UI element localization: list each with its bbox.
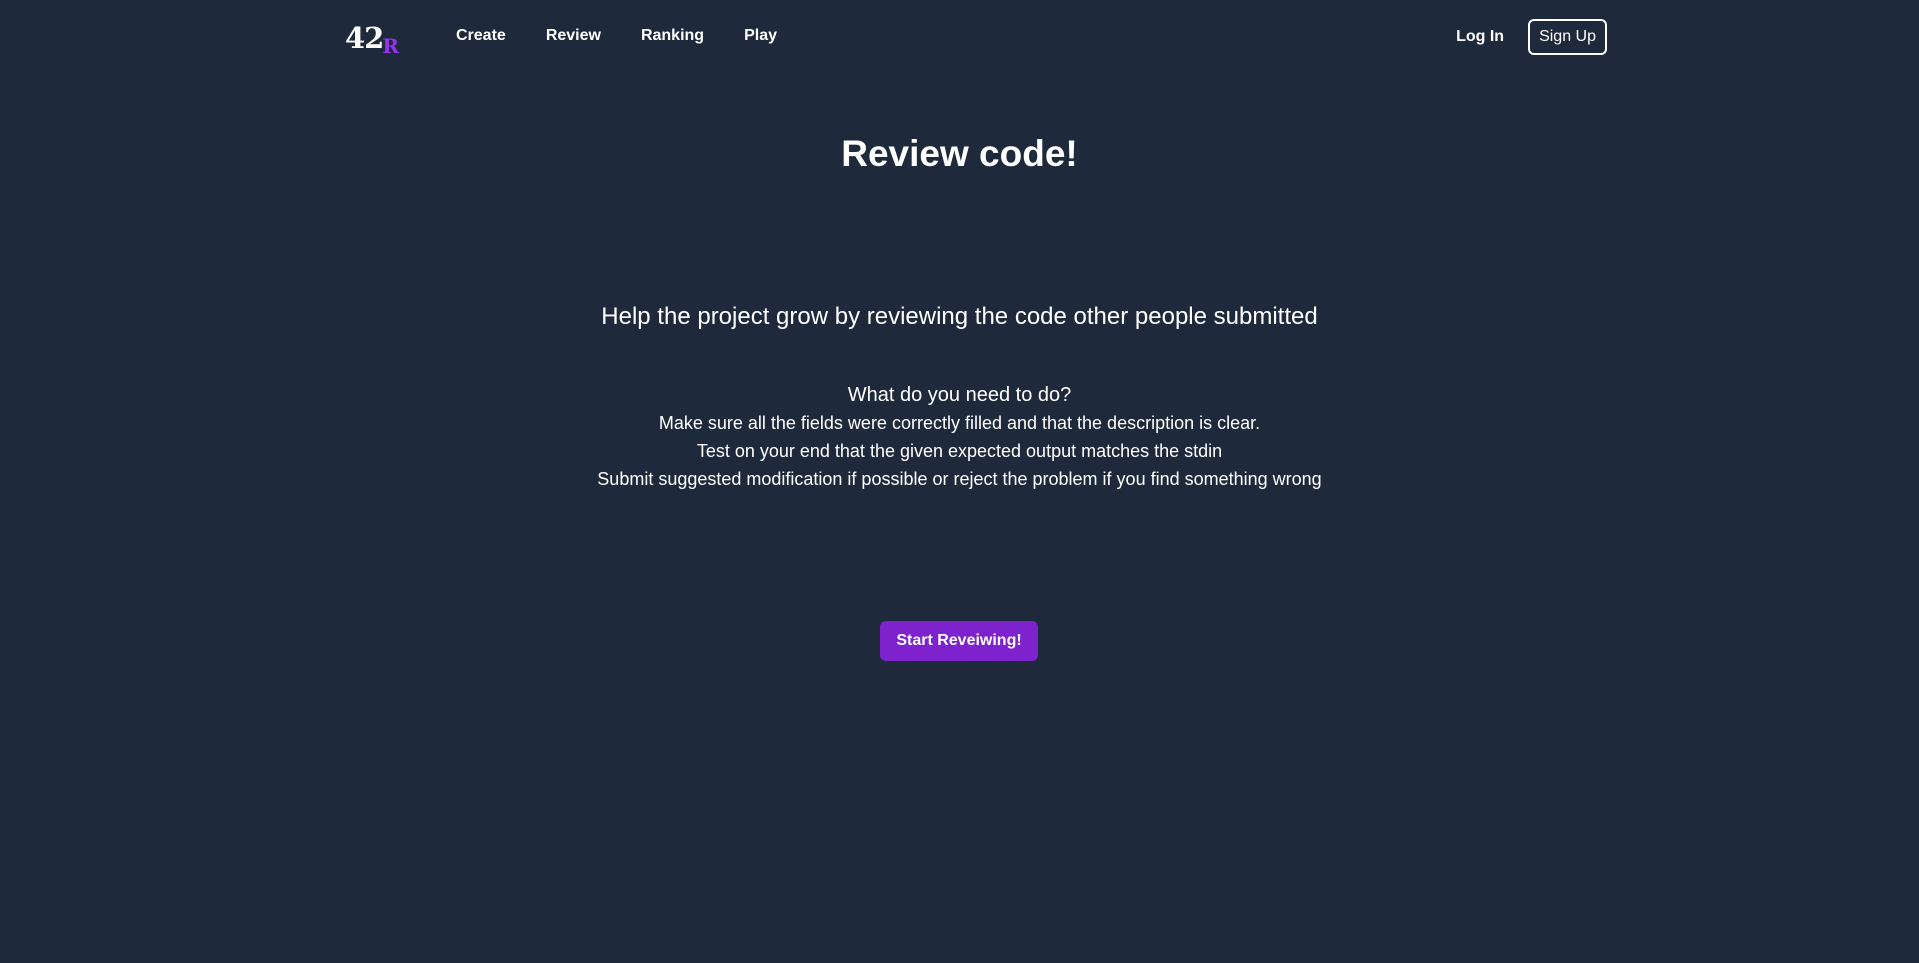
nav-link-review[interactable]: Review [546, 24, 601, 48]
instruction-line: Submit suggested modification if possibl… [597, 469, 1322, 489]
nav-link-create[interactable]: Create [456, 24, 506, 48]
instruction-line: Test on your end that the given expected… [696, 441, 1223, 461]
page: 42 R Create Review Ranking Play Log In S… [0, 0, 1919, 963]
instructions-heading: What do you need to do? [847, 384, 1072, 406]
signup-button[interactable]: Sign Up [1528, 19, 1607, 55]
login-link[interactable]: Log In [1456, 28, 1504, 46]
nav-link-ranking[interactable]: Ranking [641, 24, 704, 48]
logo-accent-text: R [382, 34, 399, 58]
top-navbar: 42 R Create Review Ranking Play Log In S… [0, 0, 1919, 74]
start-reviewing-button[interactable]: Start Reveiwing! [880, 621, 1038, 661]
auth-actions: Log In Sign Up [1456, 19, 1607, 55]
page-subtitle: Help the project grow by reviewing the c… [601, 303, 1318, 330]
instructions-section: What do you need to do? Make sure all th… [0, 381, 1919, 493]
instruction-line: Make sure all the fields were correctly … [658, 413, 1261, 433]
page-title: Review code! [841, 133, 1078, 174]
nav-link-play[interactable]: Play [744, 24, 777, 48]
main-nav: Create Review Ranking Play [456, 24, 817, 48]
logo-main-text: 42 [345, 21, 384, 55]
site-logo[interactable]: 42 R [345, 17, 399, 58]
